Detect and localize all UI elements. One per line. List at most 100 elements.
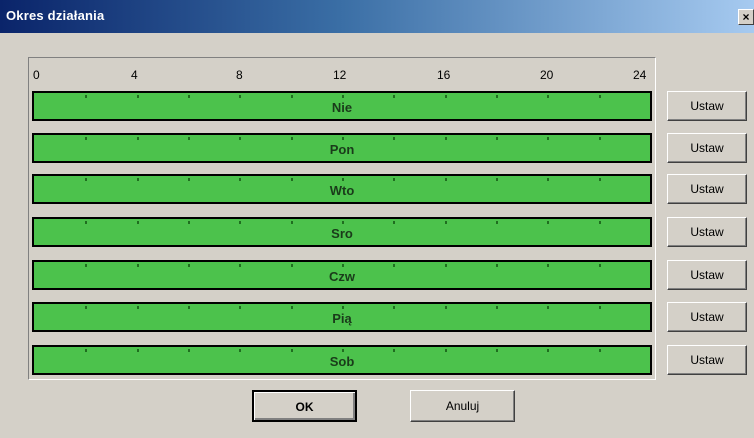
hour-tick <box>239 221 242 224</box>
hour-tick <box>496 264 498 267</box>
hour-tick <box>239 178 242 181</box>
day-label: Sro <box>331 226 353 241</box>
day-label: Czw <box>329 269 355 284</box>
hour-tick <box>393 95 396 98</box>
day-label: Sob <box>329 354 355 369</box>
hour-tick <box>598 137 601 140</box>
hour-tick <box>342 349 344 352</box>
hour-tick <box>444 221 447 224</box>
axis-tick-4: 4 <box>131 68 138 82</box>
hour-tick <box>342 137 344 140</box>
hour-tick <box>342 221 344 224</box>
hour-tick <box>547 349 550 352</box>
hour-tick <box>136 264 139 267</box>
axis-tick-8: 8 <box>236 68 243 82</box>
hour-tick <box>393 137 396 140</box>
hour-tick <box>547 264 550 267</box>
hour-tick <box>342 306 344 309</box>
hour-tick <box>496 178 498 181</box>
hour-tick <box>393 264 396 267</box>
schedule-bar-sro[interactable]: Sro <box>32 217 652 247</box>
close-button[interactable]: × <box>738 9 754 25</box>
hour-tick <box>290 306 293 309</box>
hour-tick <box>290 95 293 98</box>
day-label: Pon <box>329 142 355 157</box>
set-button-pia[interactable]: Ustaw <box>667 302 747 332</box>
hour-tick <box>342 95 344 98</box>
hour-tick <box>547 306 550 309</box>
hour-tick <box>290 221 293 224</box>
hour-tick <box>85 264 88 267</box>
hour-tick <box>188 221 190 224</box>
hour-tick <box>598 95 601 98</box>
hour-tick <box>598 221 601 224</box>
hour-tick <box>547 178 550 181</box>
hour-tick <box>598 306 601 309</box>
hour-tick <box>136 349 139 352</box>
hour-tick <box>496 349 498 352</box>
set-button-sob[interactable]: Ustaw <box>667 345 747 375</box>
hour-tick <box>547 221 550 224</box>
hour-tick <box>188 264 190 267</box>
set-button-wto[interactable]: Ustaw <box>667 174 747 204</box>
hour-tick <box>444 178 447 181</box>
close-icon: × <box>742 10 750 24</box>
hour-tick <box>444 137 447 140</box>
hour-tick <box>444 349 447 352</box>
hour-tick <box>239 137 242 140</box>
hour-tick <box>444 95 447 98</box>
hour-tick <box>547 137 550 140</box>
ok-button[interactable]: OK <box>252 390 357 422</box>
hour-tick <box>496 95 498 98</box>
window-title: Okres działania <box>6 8 105 23</box>
title-bar: Okres działania × <box>0 0 754 33</box>
hour-tick <box>239 95 242 98</box>
schedule-bar-czw[interactable]: Czw <box>32 260 652 290</box>
axis-tick-20: 20 <box>540 68 554 82</box>
hour-tick <box>444 264 447 267</box>
hour-tick <box>85 95 88 98</box>
hour-tick <box>496 221 498 224</box>
schedule-bar-pia[interactable]: Pią <box>32 302 652 332</box>
hour-tick <box>136 95 139 98</box>
hour-tick <box>239 349 242 352</box>
hour-tick <box>85 221 88 224</box>
hour-tick <box>239 264 242 267</box>
hour-tick <box>598 178 601 181</box>
set-button-nie[interactable]: Ustaw <box>667 91 747 121</box>
hour-tick <box>290 178 293 181</box>
hour-tick <box>85 349 88 352</box>
hour-tick <box>188 95 190 98</box>
day-label: Wto <box>329 183 355 198</box>
hour-tick <box>188 137 190 140</box>
schedule-bar-pon[interactable]: Pon <box>32 133 652 163</box>
set-button-czw[interactable]: Ustaw <box>667 260 747 290</box>
hour-tick <box>342 178 344 181</box>
hour-tick <box>393 349 396 352</box>
hour-tick <box>496 306 498 309</box>
hour-tick <box>188 349 190 352</box>
axis-tick-24: 24 <box>633 68 647 82</box>
cancel-button[interactable]: Anuluj <box>410 390 515 422</box>
hour-tick <box>496 137 498 140</box>
schedule-bar-sob[interactable]: Sob <box>32 345 652 375</box>
hour-tick <box>444 306 447 309</box>
hour-tick <box>136 221 139 224</box>
schedule-bar-wto[interactable]: Wto <box>32 174 652 204</box>
hour-tick <box>393 178 396 181</box>
hour-tick <box>188 306 190 309</box>
hour-tick <box>136 306 139 309</box>
day-label: Pią <box>332 311 352 326</box>
hour-tick <box>598 264 601 267</box>
hour-tick <box>85 306 88 309</box>
hour-tick <box>547 95 550 98</box>
hour-tick <box>85 137 88 140</box>
axis-tick-16: 16 <box>437 68 451 82</box>
hour-tick <box>290 264 293 267</box>
set-button-sro[interactable]: Ustaw <box>667 217 747 247</box>
schedule-bar-nie[interactable]: Nie <box>32 91 652 121</box>
hour-tick <box>342 264 344 267</box>
hour-tick <box>393 221 396 224</box>
set-button-pon[interactable]: Ustaw <box>667 133 747 163</box>
hour-tick <box>598 349 601 352</box>
